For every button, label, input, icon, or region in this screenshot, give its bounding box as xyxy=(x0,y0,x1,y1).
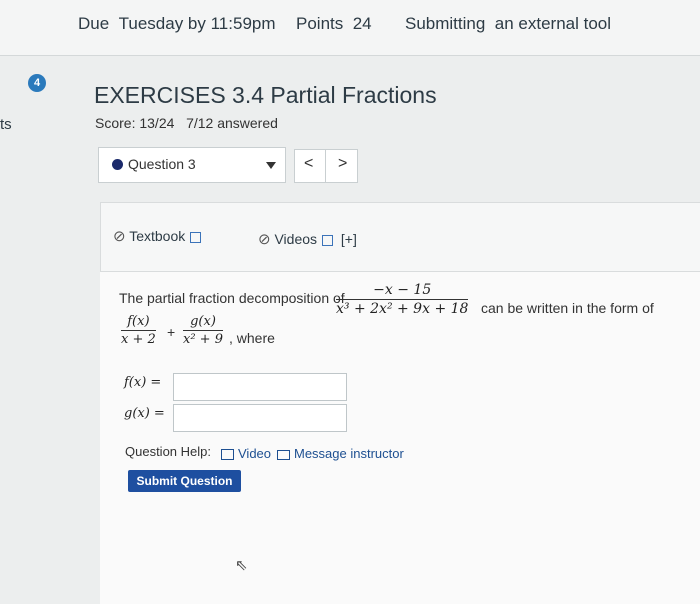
external-link-icon xyxy=(190,231,202,243)
problem-middle: can be written in the form of xyxy=(481,300,654,316)
g-fraction: g(x) x² + 9 xyxy=(183,314,223,347)
notification-badge: 4 xyxy=(28,74,46,92)
problem-intro: The partial fraction decomposition of xyxy=(119,290,345,306)
next-question-button[interactable]: > xyxy=(338,155,347,173)
submit-question-button[interactable]: Submit Question xyxy=(128,470,241,492)
video-icon xyxy=(221,449,234,461)
main-fraction: −x − 15 x³ + 2x² + 9x + 18 xyxy=(336,282,469,317)
main-denominator: x³ + 2x² + 9x + 18 xyxy=(336,301,469,317)
question-help-label: Question Help: xyxy=(125,444,211,459)
external-link-icon xyxy=(322,234,334,246)
score-line: Score: 13/24 7/12 answered xyxy=(95,115,278,131)
textbook-link[interactable]: ⊘ Textbook xyxy=(113,227,202,245)
points: Points 24 xyxy=(296,14,372,33)
chevron-down-icon xyxy=(266,162,276,169)
mail-icon xyxy=(277,449,290,460)
submitting: Submitting an external tool xyxy=(405,14,612,33)
g-answer-input[interactable] xyxy=(173,404,347,432)
videos-link[interactable]: ⊘ Videos [+] xyxy=(258,230,357,248)
question-status-dot xyxy=(112,159,123,170)
nav-divider xyxy=(325,149,326,183)
help-video-link[interactable]: Video xyxy=(221,446,271,461)
message-instructor-link[interactable]: Message instructor xyxy=(277,446,404,461)
score: Score: 13/24 xyxy=(95,115,175,131)
page-title: EXERCISES 3.4 Partial Fractions xyxy=(94,82,437,108)
paperclip-icon: ⊘ xyxy=(258,231,271,248)
due-date: Due Tuesday by 11:59pm xyxy=(78,14,276,33)
g-label: g(x) = xyxy=(124,406,165,421)
answered-count: 7/12 answered xyxy=(186,115,278,131)
mouse-cursor-icon: ⇖ xyxy=(235,557,248,574)
f-fraction: f(x) x + 2 xyxy=(121,314,156,347)
f-label: f(x) = xyxy=(124,375,162,390)
prev-question-button[interactable]: < xyxy=(304,155,313,173)
question-select-value: Question 3 xyxy=(128,156,196,172)
plus-sign: + xyxy=(167,324,176,340)
f-answer-input[interactable] xyxy=(173,373,347,401)
paperclip-icon: ⊘ xyxy=(113,228,126,245)
main-numerator: −x − 15 xyxy=(336,282,469,300)
where-text: , where xyxy=(229,330,275,346)
sidebar-fragment: ts xyxy=(0,116,12,133)
expand-toggle[interactable]: [+] xyxy=(341,231,357,247)
